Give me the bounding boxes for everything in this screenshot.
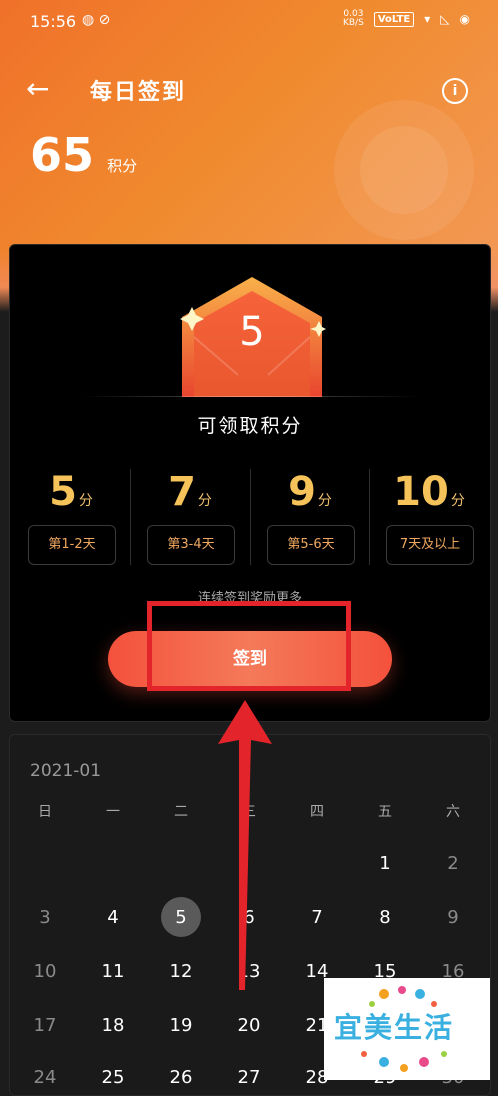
calendar-day[interactable]: 8 — [351, 907, 419, 928]
calendar-day[interactable]: 11 — [79, 961, 147, 982]
tier-value: 10 — [393, 469, 449, 515]
calendar-day[interactable]: 2 — [419, 853, 487, 874]
no-signal-icon: ◺ — [440, 12, 450, 26]
tier-value-wrap: 5分 — [12, 469, 130, 515]
status-bar: 15:56 ◍ ⊘ 0.03 KB/S VoLTE ▾ ◺ ◉ — [0, 0, 498, 44]
annotation-highlight-box — [147, 601, 351, 691]
calendar-day[interactable]: 26 — [147, 1067, 215, 1088]
tier-value: 9 — [288, 469, 316, 515]
tier-unit: 分 — [317, 493, 332, 509]
calendar-day[interactable]: 18 — [79, 1015, 147, 1036]
weekday-thu: 四 — [310, 804, 324, 820]
notification-icons: ◍ ⊘ — [82, 12, 111, 28]
calendar-day[interactable]: 20 — [215, 1015, 283, 1036]
claim-label: 可领取积分 — [197, 415, 303, 437]
wifi-icon: ▾ — [424, 12, 431, 26]
tier-unit: 分 — [78, 493, 93, 509]
calendar-day[interactable]: 17 — [11, 1015, 79, 1036]
calendar-day[interactable]: 9 — [419, 907, 487, 928]
nav-bar: ← 每日签到 i — [0, 66, 498, 114]
calendar-month: 2021-01 — [30, 761, 102, 781]
net-speed-unit: KB/S — [342, 18, 364, 28]
calendar-day[interactable]: 24 — [11, 1067, 79, 1088]
back-arrow-icon[interactable]: ← — [26, 72, 49, 105]
calendar-day[interactable]: 10 — [11, 961, 79, 982]
status-time: 15:56 — [30, 12, 77, 31]
calendar-day[interactable]: 27 — [215, 1067, 283, 1088]
tier-3: 9分 第5-6天 — [251, 469, 369, 569]
points-value: 65 — [30, 128, 95, 182]
tier-2: 7分 第3-4天 — [131, 469, 249, 569]
calendar-day[interactable]: 19 — [147, 1015, 215, 1036]
points-display: 65 积分 — [30, 128, 137, 182]
tier-label: 7天及以上 — [386, 525, 474, 565]
tier-4: 10 分 7天及以上 — [370, 469, 488, 569]
tier-unit: 分 — [197, 493, 212, 509]
info-icon[interactable]: i — [442, 78, 468, 104]
watermark-text-content: 宜美生活 — [334, 1011, 455, 1044]
volte-badge: VoLTE — [373, 11, 415, 27]
net-speed: 0.03 KB/S — [343, 10, 364, 28]
tier-value: 5 — [49, 469, 77, 515]
tier-value: 7 — [168, 469, 196, 515]
points-badge: 5 — [178, 275, 326, 397]
watermark-logo: 宜美生活 — [324, 978, 490, 1080]
calendar-day[interactable]: 4 — [79, 907, 147, 928]
tier-value-wrap: 9分 — [251, 469, 369, 515]
battery-icon: ◉ — [459, 12, 470, 26]
tier-value-wrap: 10 分 — [370, 469, 488, 515]
annotation-arrow-icon — [218, 700, 272, 990]
reward-tiers: 5分 第1-2天 7分 第3-4天 9分 第5-6天 10 分 7天及以上 — [10, 469, 490, 569]
weekday-mon: 一 — [106, 804, 120, 820]
calendar-day[interactable]: 1 — [351, 853, 419, 874]
points-unit: 积分 — [107, 157, 138, 175]
tier-1: 5分 第1-2天 — [12, 469, 130, 569]
status-right: 0.03 KB/S VoLTE ▾ ◺ ◉ — [343, 10, 470, 28]
weekday-sun: 日 — [38, 804, 52, 820]
coin-decoration-inner — [360, 126, 448, 214]
calendar-day[interactable]: 7 — [283, 907, 351, 928]
calendar-day[interactable]: 3 — [11, 907, 79, 928]
tier-label: 第3-4天 — [147, 525, 235, 565]
divider — [80, 396, 420, 397]
weekday-tue: 二 — [174, 804, 188, 820]
tier-label: 第5-6天 — [267, 525, 355, 565]
badge-value: 5 — [239, 309, 265, 355]
watermark-text: 宜美生活 — [334, 1006, 454, 1046]
tier-unit: 分 — [450, 493, 465, 509]
weekday-sat: 六 — [446, 804, 460, 820]
page-title: 每日签到 — [90, 80, 187, 105]
weekday-fri: 五 — [378, 804, 392, 820]
tier-value-wrap: 7分 — [131, 469, 249, 515]
calendar-day-today[interactable]: 5 — [147, 907, 215, 928]
calendar-day[interactable]: 25 — [79, 1067, 147, 1088]
tier-label: 第1-2天 — [28, 525, 116, 565]
calendar-day[interactable]: 12 — [147, 961, 215, 982]
